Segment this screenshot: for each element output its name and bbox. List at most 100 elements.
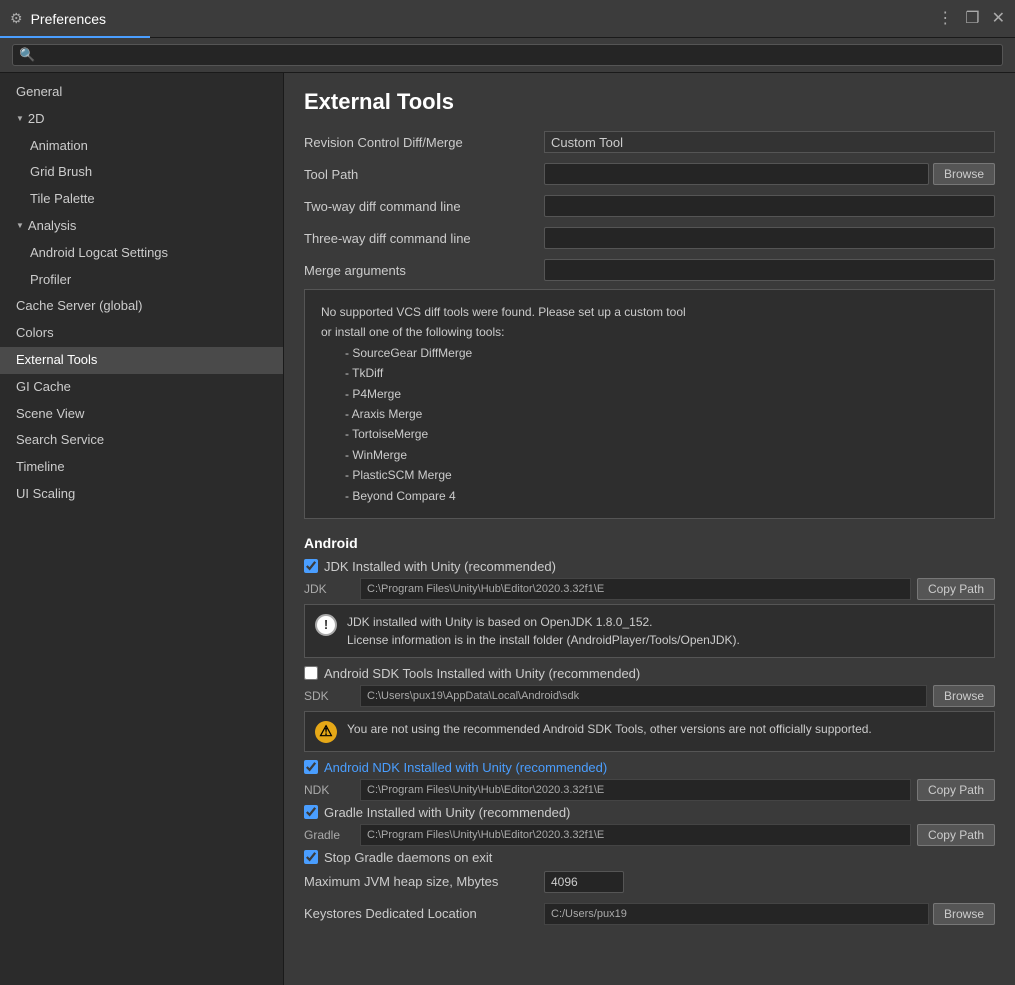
search-icon: 🔍 bbox=[19, 47, 35, 63]
title-bar: ⚙ Preferences ⋮ ❐ ✕ bbox=[0, 0, 1015, 38]
jdk-path-label: JDK bbox=[304, 582, 354, 596]
keystores-browse-button[interactable]: Browse bbox=[933, 903, 995, 925]
sidebar-item-profiler[interactable]: Profiler bbox=[0, 267, 283, 294]
search-input[interactable] bbox=[39, 48, 996, 62]
tool-path-row: Tool Path Browse bbox=[304, 161, 995, 187]
sdk-warning-alert: ⚠ You are not using the recommended Andr… bbox=[304, 711, 995, 752]
no-vcs-line6: - Araxis Merge bbox=[345, 404, 978, 424]
sidebar-item-general[interactable]: General bbox=[0, 79, 283, 106]
stop-gradle-checkbox[interactable] bbox=[304, 850, 318, 864]
no-vcs-line10: - Beyond Compare 4 bbox=[345, 486, 978, 506]
revision-control-dropdown[interactable]: Custom Tool bbox=[544, 131, 995, 153]
jdk-checkbox-row: JDK Installed with Unity (recommended) bbox=[304, 559, 995, 574]
sidebar-item-scene-view[interactable]: Scene View bbox=[0, 401, 283, 428]
sidebar-item-external-tools[interactable]: External Tools bbox=[0, 347, 283, 374]
gradle-checkbox-label: Gradle Installed with Unity (recommended… bbox=[324, 805, 570, 820]
gradle-path-row: Gradle C:\Program Files\Unity\Hub\Editor… bbox=[304, 824, 995, 846]
ndk-checkbox-row: Android NDK Installed with Unity (recomm… bbox=[304, 760, 995, 775]
sidebar-item-timeline[interactable]: Timeline bbox=[0, 454, 283, 481]
title-bar-left: ⚙ Preferences bbox=[10, 10, 106, 27]
search-input-wrap: 🔍 bbox=[12, 44, 1003, 66]
max-jvm-input[interactable] bbox=[544, 871, 624, 893]
sidebar-item-cache-server[interactable]: Cache Server (global) bbox=[0, 293, 283, 320]
sidebar-item-label-2d: 2D bbox=[28, 109, 45, 130]
no-vcs-line1: No supported VCS diff tools were found. … bbox=[321, 302, 978, 322]
jdk-info-text: JDK installed with Unity is based on Ope… bbox=[347, 613, 740, 649]
maximize-button[interactable]: ❐ bbox=[965, 11, 979, 27]
sidebar: General ▼ 2D AnimationGrid BrushTile Palett… bbox=[0, 73, 284, 985]
three-way-diff-input[interactable] bbox=[544, 227, 995, 249]
ndk-copy-path-button[interactable]: Copy Path bbox=[917, 779, 995, 801]
three-way-diff-controls bbox=[544, 227, 995, 249]
stop-gradle-row: Stop Gradle daemons on exit bbox=[304, 850, 995, 865]
content-inner: External Tools Revision Control Diff/Mer… bbox=[284, 73, 1015, 985]
info-icon: ! bbox=[315, 614, 337, 636]
keystores-row: Keystores Dedicated Location C:/Users/pu… bbox=[304, 901, 995, 927]
sidebar-item-gi-cache[interactable]: GI Cache bbox=[0, 374, 283, 401]
gradle-path-value: C:\Program Files\Unity\Hub\Editor\2020.3… bbox=[360, 824, 911, 846]
keystores-controls: C:/Users/pux19 Browse bbox=[544, 903, 995, 925]
no-vcs-line5: - P4Merge bbox=[345, 384, 978, 404]
jdk-path-row: JDK C:\Program Files\Unity\Hub\Editor\20… bbox=[304, 578, 995, 600]
sdk-path-value: C:\Users\pux19\AppData\Local\Android\sdk bbox=[360, 685, 927, 707]
sidebar-section-2d: ▼ 2D bbox=[16, 109, 267, 130]
jdk-info-line2: License information is in the install fo… bbox=[347, 631, 740, 649]
gradle-checkbox[interactable] bbox=[304, 805, 318, 819]
sdk-path-row: SDK C:\Users\pux19\AppData\Local\Android… bbox=[304, 685, 995, 707]
warning-icon: ⚠ bbox=[315, 721, 337, 743]
jdk-info-line1: JDK installed with Unity is based on Ope… bbox=[347, 613, 740, 631]
jdk-copy-path-button[interactable]: Copy Path bbox=[917, 578, 995, 600]
two-way-diff-input[interactable] bbox=[544, 195, 995, 217]
sidebar-item-search-service[interactable]: Search Service bbox=[0, 427, 283, 454]
two-way-diff-row: Two-way diff command line bbox=[304, 193, 995, 219]
jdk-path-value: C:\Program Files\Unity\Hub\Editor\2020.3… bbox=[360, 578, 911, 600]
sidebar-item-label-analysis: Analysis bbox=[28, 216, 76, 237]
merge-args-row: Merge arguments bbox=[304, 257, 995, 283]
no-vcs-info-box: No supported VCS diff tools were found. … bbox=[304, 289, 995, 519]
sidebar-section-analysis: ▼ Analysis bbox=[16, 216, 267, 237]
three-way-diff-label: Three-way diff command line bbox=[304, 231, 544, 246]
sidebar-item-animation[interactable]: Animation bbox=[0, 133, 283, 160]
triangle-icon-2d: ▼ bbox=[16, 113, 24, 126]
main-layout: General ▼ 2D AnimationGrid BrushTile Palett… bbox=[0, 73, 1015, 985]
tool-path-browse-button[interactable]: Browse bbox=[933, 163, 995, 185]
max-jvm-label: Maximum JVM heap size, Mbytes bbox=[304, 874, 544, 889]
tool-path-controls: Browse bbox=[544, 163, 995, 185]
close-button[interactable]: ✕ bbox=[992, 11, 1005, 27]
sidebar-item-2d[interactable]: ▼ 2D bbox=[0, 106, 283, 133]
sidebar-item-analysis[interactable]: ▼ Analysis bbox=[0, 213, 283, 240]
sdk-warning-text: You are not using the recommended Androi… bbox=[347, 720, 872, 738]
gradle-copy-path-button[interactable]: Copy Path bbox=[917, 824, 995, 846]
sidebar-item-colors[interactable]: Colors bbox=[0, 320, 283, 347]
sidebar-item-grid-brush[interactable]: Grid Brush bbox=[0, 159, 283, 186]
sdk-checkbox-row: Android SDK Tools Installed with Unity (… bbox=[304, 666, 995, 681]
sidebar-item-ui-scaling[interactable]: UI Scaling bbox=[0, 481, 283, 508]
sdk-checkbox[interactable] bbox=[304, 666, 318, 680]
max-jvm-controls bbox=[544, 871, 995, 893]
no-vcs-line3: - SourceGear DiffMerge bbox=[345, 343, 978, 363]
sdk-browse-button[interactable]: Browse bbox=[933, 685, 995, 707]
no-vcs-line2: or install one of the following tools: bbox=[321, 322, 978, 342]
merge-args-label: Merge arguments bbox=[304, 263, 544, 278]
triangle-icon-analysis: ▼ bbox=[16, 220, 24, 233]
jdk-checkbox[interactable] bbox=[304, 559, 318, 573]
no-vcs-line7: - TortoiseMerge bbox=[345, 424, 978, 444]
active-indicator bbox=[0, 36, 150, 38]
keystores-label: Keystores Dedicated Location bbox=[304, 906, 544, 921]
revision-control-row: Revision Control Diff/Merge Custom Tool bbox=[304, 129, 995, 155]
three-way-diff-row: Three-way diff command line bbox=[304, 225, 995, 251]
tool-path-input[interactable] bbox=[544, 163, 929, 185]
no-vcs-line4: - TkDiff bbox=[345, 363, 978, 383]
stop-gradle-label: Stop Gradle daemons on exit bbox=[324, 850, 492, 865]
sidebar-item-android-logcat[interactable]: Android Logcat Settings bbox=[0, 240, 283, 267]
merge-args-controls bbox=[544, 259, 995, 281]
two-way-diff-controls bbox=[544, 195, 995, 217]
ndk-path-value: C:\Program Files\Unity\Hub\Editor\2020.3… bbox=[360, 779, 911, 801]
ndk-checkbox[interactable] bbox=[304, 760, 318, 774]
more-button[interactable]: ⋮ bbox=[937, 11, 953, 27]
merge-args-input[interactable] bbox=[544, 259, 995, 281]
revision-control-label: Revision Control Diff/Merge bbox=[304, 135, 544, 150]
ndk-checkbox-label: Android NDK Installed with Unity (recomm… bbox=[324, 760, 607, 775]
no-vcs-line8: - WinMerge bbox=[345, 445, 978, 465]
sidebar-item-tile-palette[interactable]: Tile Palette bbox=[0, 186, 283, 213]
